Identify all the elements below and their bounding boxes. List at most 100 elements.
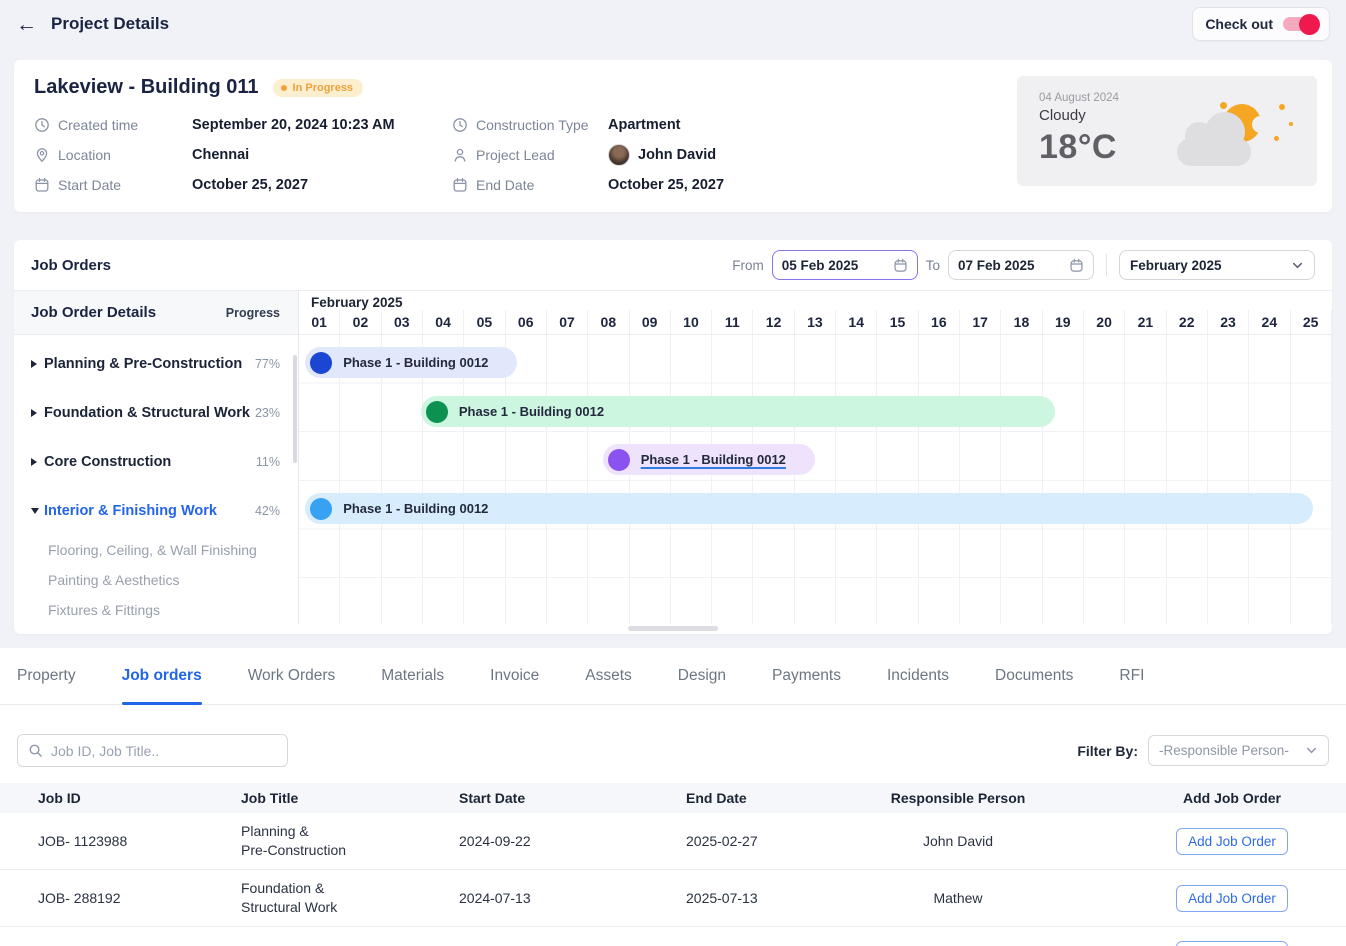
job-orders-table: Job IDJob TitleStart DateEnd DateRespons… <box>0 783 1346 946</box>
tab-job-orders[interactable]: Job orders <box>122 648 202 704</box>
job-order-sub-item[interactable]: Flooring, Ceiling, & Wall Finishing <box>14 535 298 565</box>
add-job-order-button[interactable]: Add Job Order <box>1176 828 1288 855</box>
from-label: From <box>732 258 764 273</box>
day-label: 16 <box>919 310 960 334</box>
add-job-order-button[interactable]: Add Job Order <box>1176 941 1288 946</box>
caret-icon[interactable] <box>31 360 44 368</box>
tab-materials[interactable]: Materials <box>381 648 444 704</box>
phase-dot-icon <box>426 401 448 423</box>
field-label: Created time <box>58 117 192 133</box>
caret-icon[interactable] <box>31 409 44 417</box>
gantt-bar-label: Phase 1 - Building 0012 <box>459 404 604 419</box>
day-label: 21 <box>1125 310 1166 334</box>
field-value: Chennai <box>192 147 249 163</box>
day-label: 11 <box>712 310 753 334</box>
panel-header: Job Order Details Progress <box>14 291 298 335</box>
day-label: 05 <box>464 310 505 334</box>
field-value: Apartment <box>608 117 681 133</box>
job-order-item-label: Interior & Finishing Work <box>44 503 255 519</box>
job-search-box[interactable] <box>17 734 288 767</box>
job-order-item[interactable]: Interior & Finishing Work 42% <box>14 486 298 535</box>
job-order-item-label: Planning & Pre-Construction <box>44 356 255 372</box>
gantt-bar[interactable]: Phase 1 - Building 0012 <box>421 396 1055 427</box>
column-header: Job Title <box>241 790 459 806</box>
day-label: 15 <box>877 310 918 334</box>
horizontal-scrollbar[interactable] <box>628 626 718 631</box>
job-order-item[interactable]: Foundation & Structural Work 23% <box>14 388 298 437</box>
month-select-dropdown[interactable]: February 2025 <box>1119 250 1315 280</box>
tab-documents[interactable]: Documents <box>995 648 1073 704</box>
column-header: Responsible Person <box>798 790 1118 806</box>
calendar-icon[interactable] <box>1069 258 1084 273</box>
to-date-input[interactable]: 07 Feb 2025 <box>948 250 1094 280</box>
field-value: John David <box>608 144 716 166</box>
day-label: 07 <box>547 310 588 334</box>
tab-property[interactable]: Property <box>17 648 76 704</box>
table-body: JOB- 1123988 Planning & Pre-Construction… <box>0 813 1346 946</box>
chevron-down-icon <box>1305 744 1318 757</box>
topbar: ← Project Details Check out <box>0 0 1346 48</box>
cell-start-date: 2024-09-22 <box>459 833 686 849</box>
weather-widget: 04 August 2024 Cloudy 18°C <box>1017 76 1317 186</box>
calendar-icon[interactable] <box>893 258 908 273</box>
project-summary-card: Lakeview - Building 011 In Progress Crea… <box>14 60 1332 212</box>
project-field: Location Chennai <box>34 147 452 163</box>
from-date-value: 05 Feb 2025 <box>782 258 893 273</box>
filter-value: -Responsible Person- <box>1159 743 1305 758</box>
gantt-bar[interactable]: Phase 1 - Building 0012 <box>603 444 816 475</box>
panel-header-title: Job Order Details <box>31 304 156 321</box>
day-label: 22 <box>1167 310 1208 334</box>
cell-end-date: 2025-07-13 <box>686 890 798 906</box>
day-label: 09 <box>630 310 671 334</box>
job-order-item[interactable]: Planning & Pre-Construction 77% <box>14 339 298 388</box>
cell-job-title: Foundation & Structural Work <box>241 870 459 926</box>
tab-assets[interactable]: Assets <box>585 648 632 704</box>
responsible-person-dropdown[interactable]: -Responsible Person- <box>1148 735 1329 766</box>
tab-rfi[interactable]: RFI <box>1119 648 1144 704</box>
project-field: Start Date October 25, 2027 <box>34 177 452 193</box>
field-label: End Date <box>476 177 608 193</box>
tab-work-orders[interactable]: Work Orders <box>248 648 336 704</box>
table-row: JOB- 1123988 Planning & Pre-Construction… <box>0 813 1346 870</box>
calendar-icon <box>34 177 50 193</box>
day-label: 03 <box>382 310 423 334</box>
filter-row: Filter By: -Responsible Person- <box>0 705 1346 783</box>
job-order-sub-item[interactable]: Fixtures & Fittings <box>14 595 298 624</box>
project-field: Created time September 20, 2024 10:23 AM <box>34 117 452 133</box>
job-order-sub-item[interactable]: Painting & Aesthetics <box>14 565 298 595</box>
back-arrow-icon[interactable]: ← <box>16 14 37 35</box>
job-orders-gantt-card: Job Orders From 05 Feb 2025 To 07 Feb 20… <box>14 240 1332 634</box>
gantt-bar[interactable]: Phase 1 - Building 0012 <box>305 347 517 378</box>
job-order-progress: 23% <box>255 406 280 420</box>
tab-invoice[interactable]: Invoice <box>490 648 539 704</box>
tab-incidents[interactable]: Incidents <box>887 648 949 704</box>
tab-payments[interactable]: Payments <box>772 648 841 704</box>
job-order-list: Planning & Pre-Construction 77% Foundati… <box>14 335 298 624</box>
cell-job-title: Planning & Pre-Construction <box>241 813 459 869</box>
day-label: 18 <box>1001 310 1042 334</box>
field-value: September 20, 2024 10:23 AM <box>192 117 395 133</box>
gantt-bar-label: Phase 1 - Building 0012 <box>343 355 488 370</box>
project-name: Lakeview - Building 011 <box>34 76 259 99</box>
check-out-button[interactable]: Check out <box>1192 7 1330 41</box>
day-label: 23 <box>1208 310 1249 334</box>
tab-design[interactable]: Design <box>678 648 726 704</box>
location-icon <box>34 147 50 163</box>
gantt-bar-label: Phase 1 - Building 0012 <box>343 501 488 516</box>
job-order-item[interactable]: Core Construction 11% <box>14 437 298 486</box>
search-input[interactable] <box>51 743 277 759</box>
caret-icon[interactable] <box>31 508 44 514</box>
vertical-scrollbar[interactable] <box>293 355 297 463</box>
field-label: Start Date <box>58 177 192 193</box>
day-label: 12 <box>753 310 794 334</box>
month-select-value: February 2025 <box>1130 258 1291 273</box>
add-job-order-button[interactable]: Add Job Order <box>1176 885 1288 912</box>
phase-dot-icon <box>310 352 332 374</box>
gantt-bar[interactable]: Phase 1 - Building 0012 <box>305 493 1313 524</box>
from-date-input[interactable]: 05 Feb 2025 <box>772 250 918 280</box>
gantt-chart: Phase 1 - Building 0012 Phase 1 - Buildi… <box>299 335 1332 624</box>
timeline-month-label: February 2025 <box>311 295 403 310</box>
clock-icon <box>452 117 468 133</box>
check-out-toggle[interactable] <box>1283 17 1317 31</box>
caret-icon[interactable] <box>31 458 44 466</box>
